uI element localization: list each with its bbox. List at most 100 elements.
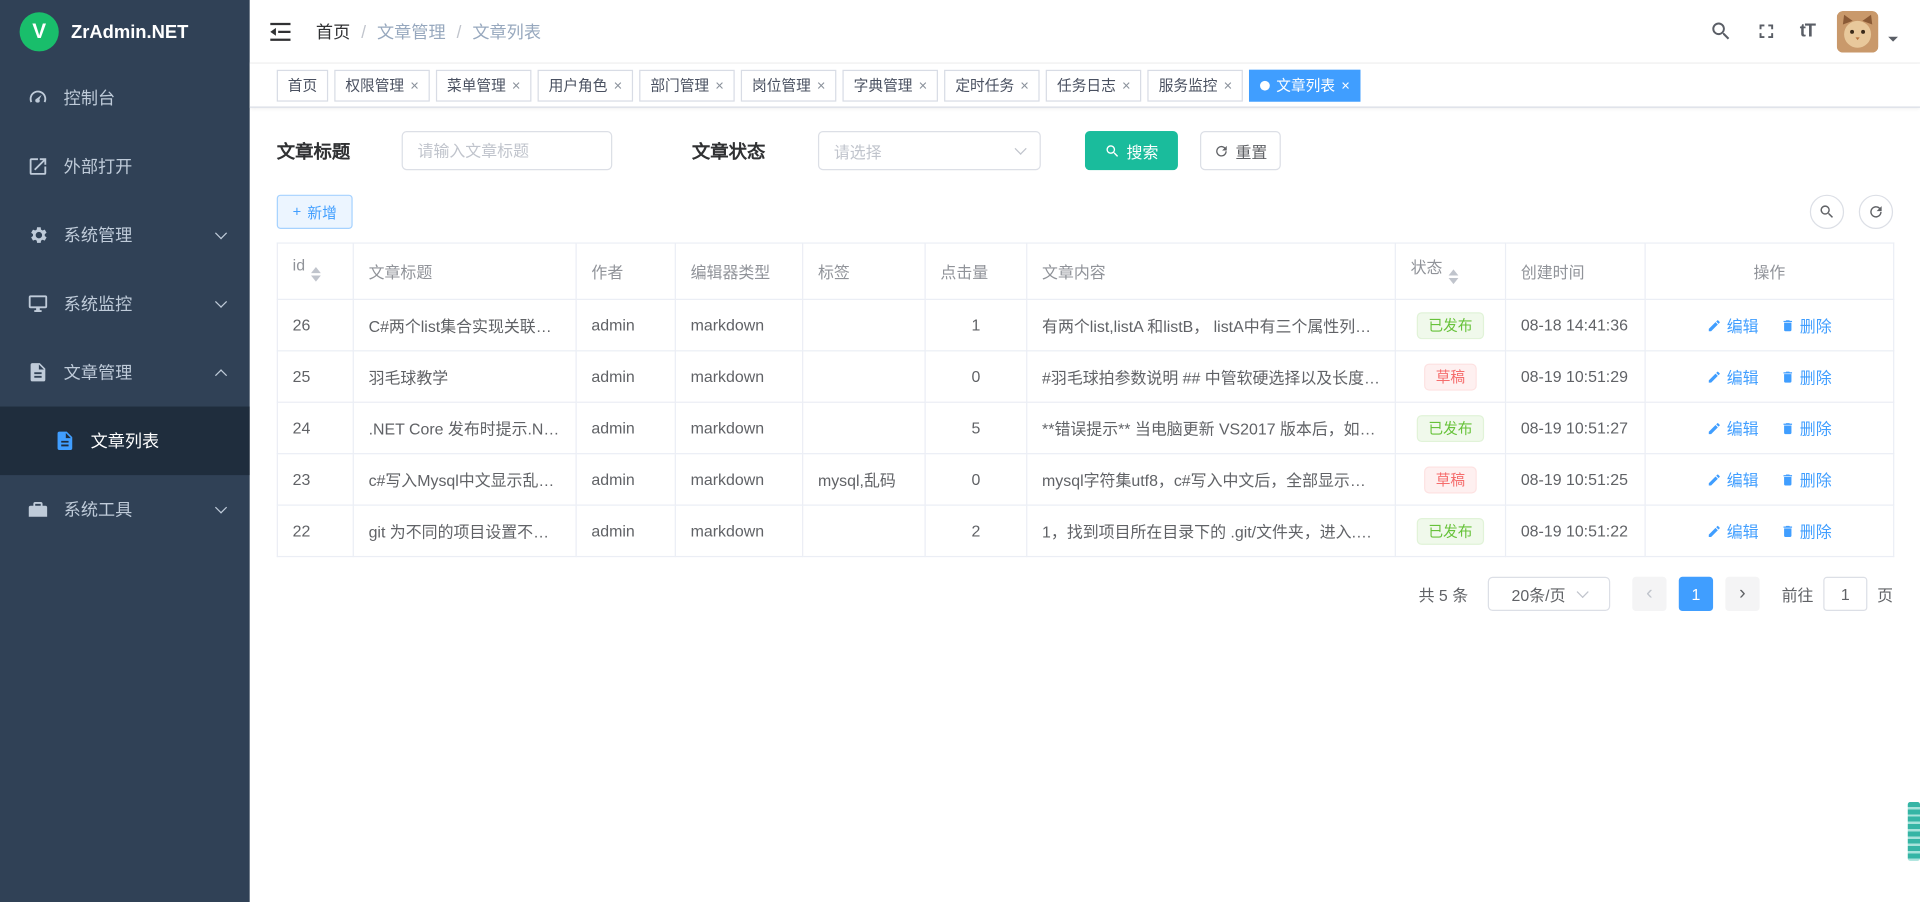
close-icon[interactable]: × xyxy=(919,78,928,93)
tab-user-role[interactable]: 用户角色 × xyxy=(538,69,634,101)
filter-form: 文章标题 文章状态 请选择 搜索 重置 xyxy=(277,131,1893,170)
active-tab-dot xyxy=(1260,80,1270,90)
close-icon[interactable]: × xyxy=(512,78,521,93)
chevron-down-icon xyxy=(215,227,227,239)
cell-status: 已发布 xyxy=(1395,402,1505,453)
breadcrumb-separator: / xyxy=(361,21,366,41)
cell-id: 24 xyxy=(277,402,353,453)
edit-button[interactable]: 编辑 xyxy=(1707,365,1758,388)
tab-permission[interactable]: 权限管理 × xyxy=(334,69,430,101)
table-row: 26 C#两个list集合实现关联，... admin markdown 1 有… xyxy=(277,299,1893,350)
delete-button[interactable]: 删除 xyxy=(1780,313,1831,336)
collapse-sidebar-icon[interactable] xyxy=(267,18,294,45)
cell-content: 1，找到项目所在目录下的 .git/文件夹，进入.git/... xyxy=(1027,505,1396,556)
tab-scheduled-task[interactable]: 定时任务 × xyxy=(944,69,1040,101)
search-icon xyxy=(1818,203,1835,220)
font-size-icon[interactable]: tT xyxy=(1800,21,1815,42)
reset-button[interactable]: 重置 xyxy=(1200,131,1281,170)
cell-clicks: 0 xyxy=(925,454,1027,505)
avatar[interactable] xyxy=(1837,10,1879,52)
cell-actions: 编辑 删除 xyxy=(1645,299,1894,350)
cell-author: admin xyxy=(576,402,675,453)
tab-task-log[interactable]: 任务日志 × xyxy=(1046,69,1142,101)
prev-page-button[interactable]: ‹ xyxy=(1632,577,1666,611)
close-icon[interactable]: × xyxy=(1020,78,1029,93)
edit-button[interactable]: 编辑 xyxy=(1707,313,1758,336)
delete-button[interactable]: 删除 xyxy=(1780,365,1831,388)
caret-down-icon[interactable] xyxy=(1888,36,1898,46)
edit-icon xyxy=(1707,369,1722,384)
sort-icon[interactable] xyxy=(1449,264,1459,288)
logo-icon: V xyxy=(20,12,59,51)
tab-service-monitor[interactable]: 服务监控 × xyxy=(1148,69,1244,101)
breadcrumb-section[interactable]: 文章管理 xyxy=(377,19,446,43)
close-icon[interactable]: × xyxy=(715,78,724,93)
cell-title: 羽毛球教学 xyxy=(353,351,576,402)
sidebar-item-label: 系统管理 xyxy=(64,223,133,247)
close-icon[interactable]: × xyxy=(614,78,623,93)
sidebar-item-system-monitor[interactable]: 系统监控 xyxy=(0,269,250,338)
close-icon[interactable]: × xyxy=(410,78,419,93)
sidebar-item-article-management[interactable]: 文章管理 xyxy=(0,338,250,407)
delete-button[interactable]: 删除 xyxy=(1780,468,1831,491)
app-root: V ZrAdmin.NET 控制台 外部打开 系统管理 xyxy=(0,0,1920,902)
cell-title: git 为不同的项目设置不同... xyxy=(353,505,576,556)
tab-article-list[interactable]: 文章列表 × xyxy=(1249,69,1360,101)
close-icon[interactable]: × xyxy=(1122,78,1131,93)
edit-button[interactable]: 编辑 xyxy=(1707,416,1758,439)
sidebar-item-system-management[interactable]: 系统管理 xyxy=(0,201,250,270)
sort-icon[interactable] xyxy=(311,262,321,286)
delete-button[interactable]: 删除 xyxy=(1780,519,1831,542)
tab-post[interactable]: 岗位管理 × xyxy=(741,69,837,101)
page-number-button[interactable]: 1 xyxy=(1679,577,1713,611)
status-badge: 草稿 xyxy=(1425,466,1476,493)
chevron-down-icon xyxy=(1576,586,1588,598)
tab-home[interactable]: 首页 xyxy=(277,69,328,101)
search-icon[interactable] xyxy=(1709,20,1732,43)
goto-page-input[interactable] xyxy=(1823,577,1867,611)
tab-label: 菜单管理 xyxy=(447,75,506,96)
cell-content: **错误提示** 当电脑更新 VS2017 版本后，如果... xyxy=(1027,402,1396,453)
add-button[interactable]: + 新增 xyxy=(277,195,353,229)
edit-button[interactable]: 编辑 xyxy=(1707,519,1758,542)
tab-department[interactable]: 部门管理 × xyxy=(639,69,735,101)
cell-author: admin xyxy=(576,454,675,505)
sidebar-item-external-open[interactable]: 外部打开 xyxy=(0,132,250,201)
close-icon[interactable]: × xyxy=(1341,78,1350,93)
sidebar-item-article-list[interactable]: 文章列表 xyxy=(0,407,250,476)
toggle-search-button[interactable] xyxy=(1810,195,1844,229)
cell-editor: markdown xyxy=(675,505,802,556)
column-header-author: 作者 xyxy=(576,243,675,299)
article-title-input[interactable] xyxy=(402,131,613,170)
sidebar-item-label: 文章列表 xyxy=(91,429,160,453)
app-logo[interactable]: V ZrAdmin.NET xyxy=(0,0,250,64)
sidebar-item-dashboard[interactable]: 控制台 xyxy=(0,64,250,133)
chevron-down-icon xyxy=(1015,143,1027,155)
breadcrumb-home[interactable]: 首页 xyxy=(316,19,350,43)
monitor-icon xyxy=(27,293,49,315)
column-header-id[interactable]: id xyxy=(277,243,353,299)
page-content: 文章标题 文章状态 请选择 搜索 重置 + xyxy=(250,131,1920,611)
search-button[interactable]: 搜索 xyxy=(1085,131,1178,170)
next-page-button[interactable]: › xyxy=(1725,577,1759,611)
table-header-row: id 文章标题 作者 编辑器类型 标签 点击量 文章内容 状态 创建时间 xyxy=(277,243,1893,299)
cell-created: 08-19 10:51:22 xyxy=(1506,505,1646,556)
refresh-table-button[interactable] xyxy=(1859,195,1893,229)
tab-menu[interactable]: 菜单管理 × xyxy=(436,69,532,101)
sidebar-menu: 控制台 外部打开 系统管理 系统监控 xyxy=(0,64,250,544)
tab-label: 权限管理 xyxy=(345,75,404,96)
column-header-actions: 操作 xyxy=(1645,243,1894,299)
edit-icon xyxy=(1707,318,1722,333)
close-icon[interactable]: × xyxy=(817,78,826,93)
page-size-select[interactable]: 20条/页 xyxy=(1488,577,1610,611)
article-status-select[interactable]: 请选择 xyxy=(818,131,1041,170)
fullscreen-icon[interactable] xyxy=(1754,20,1777,43)
cell-status: 已发布 xyxy=(1395,299,1505,350)
edit-button[interactable]: 编辑 xyxy=(1707,468,1758,491)
scrollbar-widget[interactable] xyxy=(1908,802,1920,861)
close-icon[interactable]: × xyxy=(1224,78,1233,93)
column-header-status[interactable]: 状态 xyxy=(1395,243,1505,299)
tab-dictionary[interactable]: 字典管理 × xyxy=(843,69,939,101)
sidebar-item-system-tools[interactable]: 系统工具 xyxy=(0,475,250,544)
delete-button[interactable]: 删除 xyxy=(1780,416,1831,439)
